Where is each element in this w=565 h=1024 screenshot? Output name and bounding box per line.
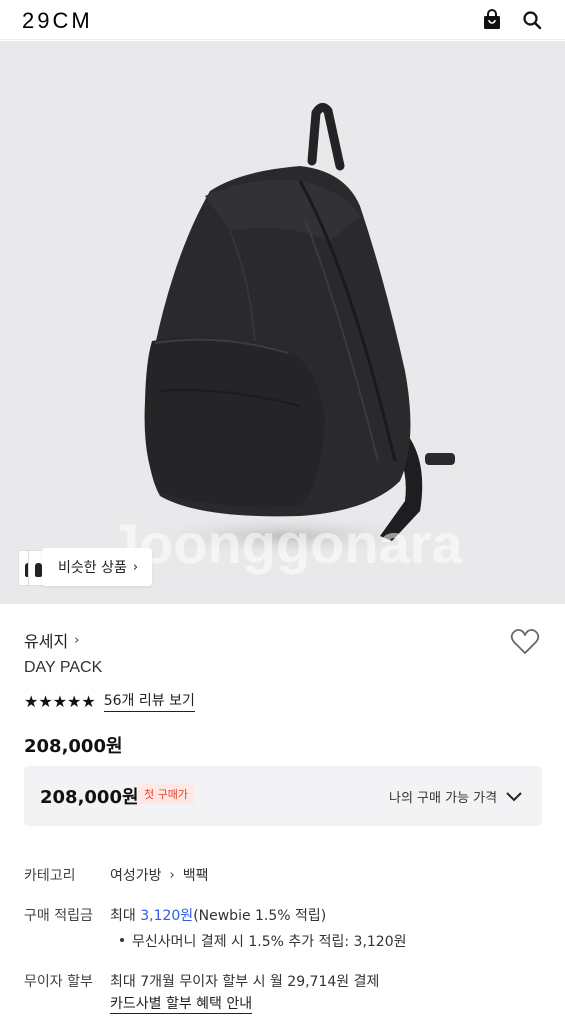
chevron-down-icon[interactable] (505, 787, 523, 805)
category-label: 카테고리 (24, 868, 76, 884)
search-icon[interactable] (520, 8, 544, 32)
category-link-backpack[interactable]: 백팩 (183, 865, 209, 885)
similar-products-label: 비슷한 상품 (58, 560, 127, 576)
shopping-bag-icon[interactable] (480, 8, 504, 32)
category-breadcrumb: 여성가방 › 백팩 (110, 865, 209, 885)
my-price-box[interactable]: 208,000원 첫 구매가 나의 구매 가능 가격 (24, 766, 542, 826)
product-price: 208,000원 (24, 736, 123, 757)
brand-name: 유세지 (24, 632, 69, 651)
category-link-bags[interactable]: 여성가방 (110, 865, 162, 885)
star-rating-icon: ★★★★★ (24, 691, 96, 711)
product-info: 유세지 › DAY PACK ★★★★★ 56개 리뷰 보기 208,000원 … (0, 604, 565, 1024)
installment-value: 최대 7개월 무이자 할부 시 월 29,714원 결제 (110, 974, 380, 990)
bullet-icon (120, 938, 124, 942)
watermark-text: Joonggonara (108, 512, 463, 575)
chevron-right-icon: › (132, 559, 139, 575)
points-prefix: 최대 (110, 908, 141, 924)
chevron-right-icon: › (74, 632, 80, 648)
chevron-right-icon: › (169, 867, 175, 883)
points-label: 구매 적립금 (24, 908, 93, 924)
points-suffix: (Newbie 1.5% 적립) (193, 908, 327, 924)
heart-icon[interactable] (510, 628, 540, 656)
points-extra-text: 무신사머니 결제 시 1.5% 추가 적립: 3,120원 (132, 934, 407, 950)
brand-link[interactable]: 유세지 › (24, 628, 79, 652)
my-price-label: 나의 구매 가능 가격 (389, 791, 498, 806)
points-amount: 3,120원 (140, 908, 194, 924)
rating-row: ★★★★★ 56개 리뷰 보기 (24, 690, 195, 712)
points-extra: 무신사머니 결제 시 1.5% 추가 적립: 3,120원 (120, 931, 407, 951)
top-bar: 29CM (0, 0, 565, 40)
my-price-value: 208,000원 (40, 787, 139, 808)
similar-products-button[interactable]: 비슷한 상품 › (42, 548, 152, 586)
installment-benefits-link[interactable]: 카드사별 할부 혜택 안내 (110, 993, 253, 1014)
product-image[interactable]: Joonggonara 비슷한 상품 › (0, 41, 565, 604)
review-link[interactable]: 56개 리뷰 보기 (103, 690, 195, 712)
installment-label: 무이자 할부 (24, 974, 93, 990)
points-value: 최대 3,120원(Newbie 1.5% 적립) (110, 905, 326, 925)
logo[interactable]: 29CM (22, 8, 93, 34)
product-name: DAY PACK (24, 659, 103, 676)
first-purchase-badge: 첫 구매가 (138, 784, 194, 804)
